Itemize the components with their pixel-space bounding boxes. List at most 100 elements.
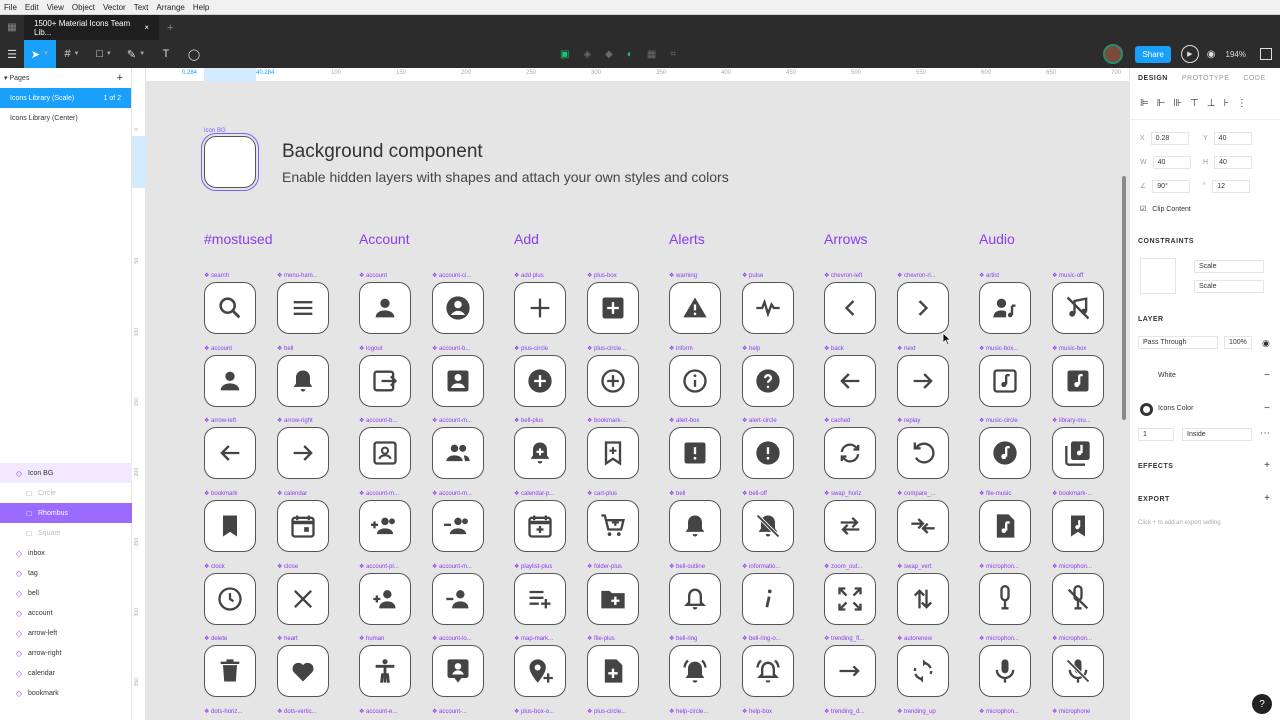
account-minus-icon[interactable] — [432, 573, 484, 625]
tab-prototype[interactable]: PROTOTYPE — [1182, 75, 1230, 82]
file-tab[interactable]: 1500+ Material Icons Team Lib... × — [24, 15, 159, 40]
layer-item[interactable]: ◇ arrow-left — [0, 623, 132, 643]
swap-vert-icon[interactable] — [897, 573, 949, 625]
fill-icons-color[interactable]: Icons Color — [1158, 405, 1193, 412]
bookmark-plus-icon[interactable] — [587, 427, 639, 479]
map-marker-plus-icon[interactable] — [514, 645, 566, 697]
fill-white[interactable]: White — [1158, 372, 1176, 379]
close-icon[interactable]: × — [144, 23, 149, 32]
minus-icon[interactable]: − — [1264, 403, 1270, 414]
pen-tool-icon[interactable]: ✎ ▼ — [120, 40, 152, 68]
constraints-widget[interactable] — [1140, 258, 1176, 294]
search-icon[interactable] — [204, 282, 256, 334]
more-icon[interactable]: ⋯ — [1260, 428, 1270, 439]
help-icon[interactable] — [742, 355, 794, 407]
cached-icon[interactable] — [824, 427, 876, 479]
layer-item[interactable]: ◇ bookmark — [0, 683, 132, 703]
bell-icon[interactable] — [669, 500, 721, 552]
plus-circle-icon[interactable] — [514, 355, 566, 407]
alert-box-icon[interactable] — [669, 427, 721, 479]
music-box-icon[interactable] — [1052, 355, 1104, 407]
bell-icon[interactable] — [277, 355, 329, 407]
bell-ring-outline-icon[interactable] — [742, 645, 794, 697]
swap-horiz-icon[interactable] — [824, 500, 876, 552]
text-tool-icon[interactable]: T — [152, 40, 180, 68]
close-icon[interactable] — [277, 573, 329, 625]
new-tab-icon[interactable]: + — [167, 22, 173, 34]
menu-item-arrange[interactable]: Arrange — [152, 3, 188, 12]
layer-item[interactable]: ◇ bell — [0, 583, 132, 603]
mic-variant-icon[interactable] — [979, 573, 1031, 625]
bell-ring-icon[interactable] — [669, 645, 721, 697]
warning-icon[interactable] — [669, 282, 721, 334]
playlist-plus-icon[interactable] — [514, 573, 566, 625]
menu-item-text[interactable]: Text — [130, 3, 153, 12]
heart-icon[interactable] — [277, 645, 329, 697]
page-item-center[interactable]: Icons Library (Center) — [0, 108, 131, 128]
pulse-icon[interactable] — [742, 282, 794, 334]
mask-icon[interactable]: ◈ — [583, 49, 591, 60]
zoom-out-map-icon[interactable] — [824, 573, 876, 625]
cart-plus-icon[interactable] — [587, 500, 639, 552]
tab-code[interactable]: CODE — [1243, 75, 1265, 82]
library-music-icon[interactable] — [1052, 427, 1104, 479]
artist-icon[interactable] — [979, 282, 1031, 334]
bookmark-music-icon[interactable] — [1052, 500, 1104, 552]
human-icon[interactable] — [359, 645, 411, 697]
panel-toggle-icon[interactable] — [1260, 48, 1272, 60]
align-left-icon[interactable]: ⊫ — [1140, 98, 1149, 109]
add-effect-icon[interactable]: + — [1264, 460, 1270, 471]
layer-item[interactable]: ◇ calendar — [0, 663, 132, 683]
component-icon[interactable]: ▣ — [560, 49, 569, 60]
music-off-icon[interactable] — [1052, 282, 1104, 334]
account-multiple-plus-icon[interactable] — [359, 500, 411, 552]
bell-off-icon[interactable] — [742, 500, 794, 552]
file-plus-icon[interactable] — [587, 645, 639, 697]
help-button[interactable]: ? — [1252, 694, 1272, 714]
account-multiple-icon[interactable] — [432, 427, 484, 479]
account-icon[interactable] — [359, 282, 411, 334]
chevron-right-icon[interactable] — [897, 282, 949, 334]
arrow-right-icon[interactable] — [897, 355, 949, 407]
menu-item-view[interactable]: View — [43, 3, 68, 12]
grid-icon[interactable]: ▦ — [0, 15, 24, 40]
alert-circle-icon[interactable] — [742, 427, 794, 479]
menu-item-object[interactable]: Object — [68, 3, 99, 12]
layer-item[interactable]: □ Rhombus — [0, 503, 132, 523]
add-export-icon[interactable]: + — [1264, 493, 1270, 504]
menu-item-file[interactable]: File — [0, 3, 21, 12]
clock-icon[interactable] — [204, 573, 256, 625]
logout-icon[interactable] — [359, 355, 411, 407]
blend-mode-select[interactable]: Pass Through — [1138, 336, 1218, 349]
arrow-left-icon[interactable] — [824, 355, 876, 407]
trending-flat-icon[interactable] — [824, 645, 876, 697]
avatar[interactable] — [1103, 44, 1124, 64]
contrast-icon[interactable]: ◐ — [627, 49, 633, 60]
layer-item[interactable]: ◇ Icon BG — [0, 463, 132, 483]
menu-item-edit[interactable]: Edit — [21, 3, 43, 12]
file-music-icon[interactable] — [979, 500, 1031, 552]
layer-item[interactable]: ◇ inbox — [0, 543, 132, 563]
align-right-icon[interactable]: ⊪ — [1173, 98, 1182, 109]
account-box-outline-icon[interactable] — [359, 427, 411, 479]
delete-icon[interactable] — [204, 645, 256, 697]
mic-icon[interactable] — [979, 645, 1031, 697]
stroke-width-field[interactable]: 1 — [1138, 428, 1174, 441]
align-bottom-icon[interactable]: ⊦ — [1224, 98, 1229, 109]
arrow-right-icon[interactable] — [277, 427, 329, 479]
distribute-icon[interactable]: ⋮ — [1237, 98, 1247, 109]
account-multiple-minus-icon[interactable] — [432, 500, 484, 552]
bell-plus-icon[interactable] — [514, 427, 566, 479]
account-icon[interactable] — [204, 355, 256, 407]
tab-design[interactable]: DESIGN — [1138, 75, 1168, 82]
layer-item[interactable]: □ Circle — [0, 483, 132, 503]
shape-tool-icon[interactable]: □ ▼ — [88, 40, 120, 68]
add-page-icon[interactable]: + — [117, 72, 123, 84]
menu-item-help[interactable]: Help — [189, 3, 213, 12]
hamburger-menu-icon[interactable]: ☰ — [0, 40, 24, 68]
plus-box-icon[interactable] — [587, 282, 639, 334]
menu-icon[interactable] — [277, 282, 329, 334]
layer-item[interactable]: ◇ tag — [0, 563, 132, 583]
x-field[interactable]: X 0.28 — [1140, 132, 1189, 145]
crop-icon[interactable]: ⌗ — [670, 49, 676, 60]
